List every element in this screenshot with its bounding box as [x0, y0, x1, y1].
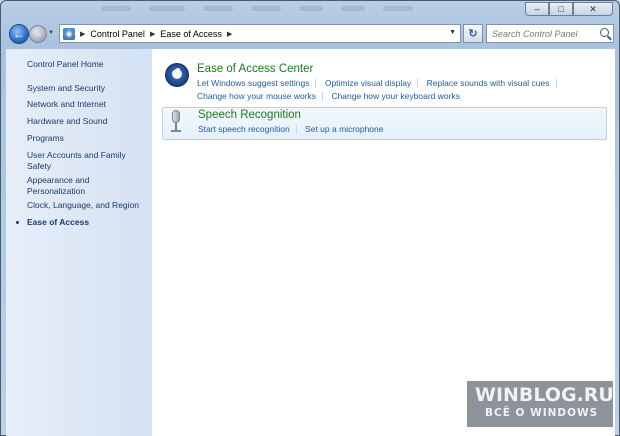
recent-pages-dropdown[interactable]: ▼	[48, 30, 54, 36]
category-speech-recognition: Speech Recognition Start speech recognit…	[162, 107, 607, 140]
sidebar-item-system-and-security[interactable]: System and Security	[27, 83, 149, 94]
category-title[interactable]: Speech Recognition	[198, 109, 301, 121]
sidebar-item-hardware-and-sound[interactable]: Hardware and Sound	[27, 116, 149, 127]
caption-buttons: – □ ✕	[525, 2, 613, 16]
watermark-title: WINBLOG.RU	[475, 384, 614, 406]
window-frame: – □ ✕ ← → ▼ ◉ ▶ Control Panel ▶ Ease of …	[0, 0, 620, 436]
caption-toolbar-ghost	[101, 3, 521, 19]
category-ease-of-access-center: Ease of Access Center Let Windows sugges…	[162, 61, 607, 102]
microphone-icon[interactable]	[169, 110, 183, 134]
back-button[interactable]: ←	[9, 24, 29, 44]
sidebar-item-appearance[interactable]: Appearance and Personalization	[27, 175, 107, 197]
link-replace-sounds-visual-cues[interactable]: Replace sounds with visual cues	[427, 78, 550, 88]
sidebar-item-ease-of-access[interactable]: Ease of Access	[27, 217, 149, 228]
ease-of-access-icon[interactable]	[165, 63, 189, 87]
search-placeholder: Search Control Panel	[492, 28, 578, 39]
watermark-subtitle: ВСЁ О WINDOWS	[485, 407, 599, 419]
link-change-keyboard-works[interactable]: Change how your keyboard works	[331, 91, 460, 101]
search-input[interactable]: Search Control Panel	[486, 24, 614, 43]
breadcrumb-control-panel[interactable]: Control Panel	[90, 29, 145, 39]
search-icon[interactable]	[600, 28, 609, 37]
refresh-button[interactable]: ↻	[463, 24, 483, 43]
main-content: Ease of Access Center Let Windows sugges…	[152, 49, 615, 436]
breadcrumb-ease-of-access[interactable]: Ease of Access	[160, 29, 222, 39]
breadcrumb-chevron-icon[interactable]: ▶	[80, 30, 85, 38]
navigation-bar: ← → ▼ ◉ ▶ Control Panel ▶ Ease of Access…	[7, 23, 615, 45]
control-panel-icon: ◉	[63, 27, 75, 40]
link-optimize-visual-display[interactable]: Optimize visual display	[325, 78, 411, 88]
breadcrumb-chevron-icon[interactable]: ▶	[150, 30, 155, 38]
sidebar-item-clock-language-region[interactable]: Clock, Language, and Region	[27, 200, 149, 211]
forward-button[interactable]: →	[29, 25, 47, 43]
sidebar-item-network-and-internet[interactable]: Network and Internet	[27, 99, 149, 110]
link-change-mouse-works[interactable]: Change how your mouse works	[197, 91, 316, 101]
close-button[interactable]: ✕	[573, 2, 613, 16]
category-title[interactable]: Ease of Access Center	[197, 63, 313, 75]
link-let-windows-suggest-settings[interactable]: Let Windows suggest settings	[197, 78, 309, 88]
minimize-button[interactable]: –	[525, 2, 549, 16]
category-links-row: Start speech recognition Set up a microp…	[198, 124, 384, 135]
watermark: WINBLOG.RU ВСЁ О WINDOWS	[467, 381, 614, 427]
breadcrumb-chevron-icon[interactable]: ▶	[227, 30, 232, 38]
category-links-row: Let Windows suggest settings Optimize vi…	[197, 78, 563, 89]
address-bar[interactable]: ◉ ▶ Control Panel ▶ Ease of Access ▶ ▼	[59, 24, 461, 43]
link-set-up-microphone[interactable]: Set up a microphone	[305, 124, 383, 134]
sidebar: Control Panel Home System and Security N…	[6, 49, 152, 436]
sidebar-item-control-panel-home[interactable]: Control Panel Home	[27, 59, 149, 70]
category-links-row: Change how your mouse works Change how y…	[197, 91, 460, 102]
sidebar-item-programs[interactable]: Programs	[27, 133, 149, 144]
link-start-speech-recognition[interactable]: Start speech recognition	[198, 124, 290, 134]
active-bullet	[16, 221, 19, 224]
address-dropdown-icon[interactable]: ▼	[449, 29, 456, 36]
maximize-button[interactable]: □	[549, 2, 573, 16]
sidebar-item-user-accounts[interactable]: User Accounts and Family Safety	[27, 150, 135, 172]
